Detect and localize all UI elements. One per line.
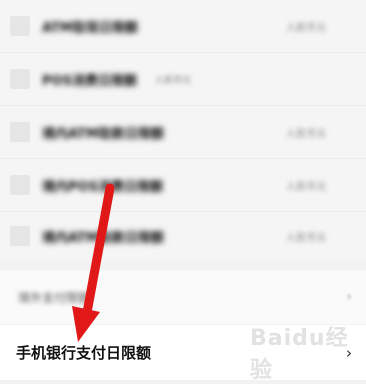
annotation-arrow: [72, 183, 115, 342]
arrow-shaft: [81, 183, 115, 323]
arrow-head: [72, 306, 100, 342]
